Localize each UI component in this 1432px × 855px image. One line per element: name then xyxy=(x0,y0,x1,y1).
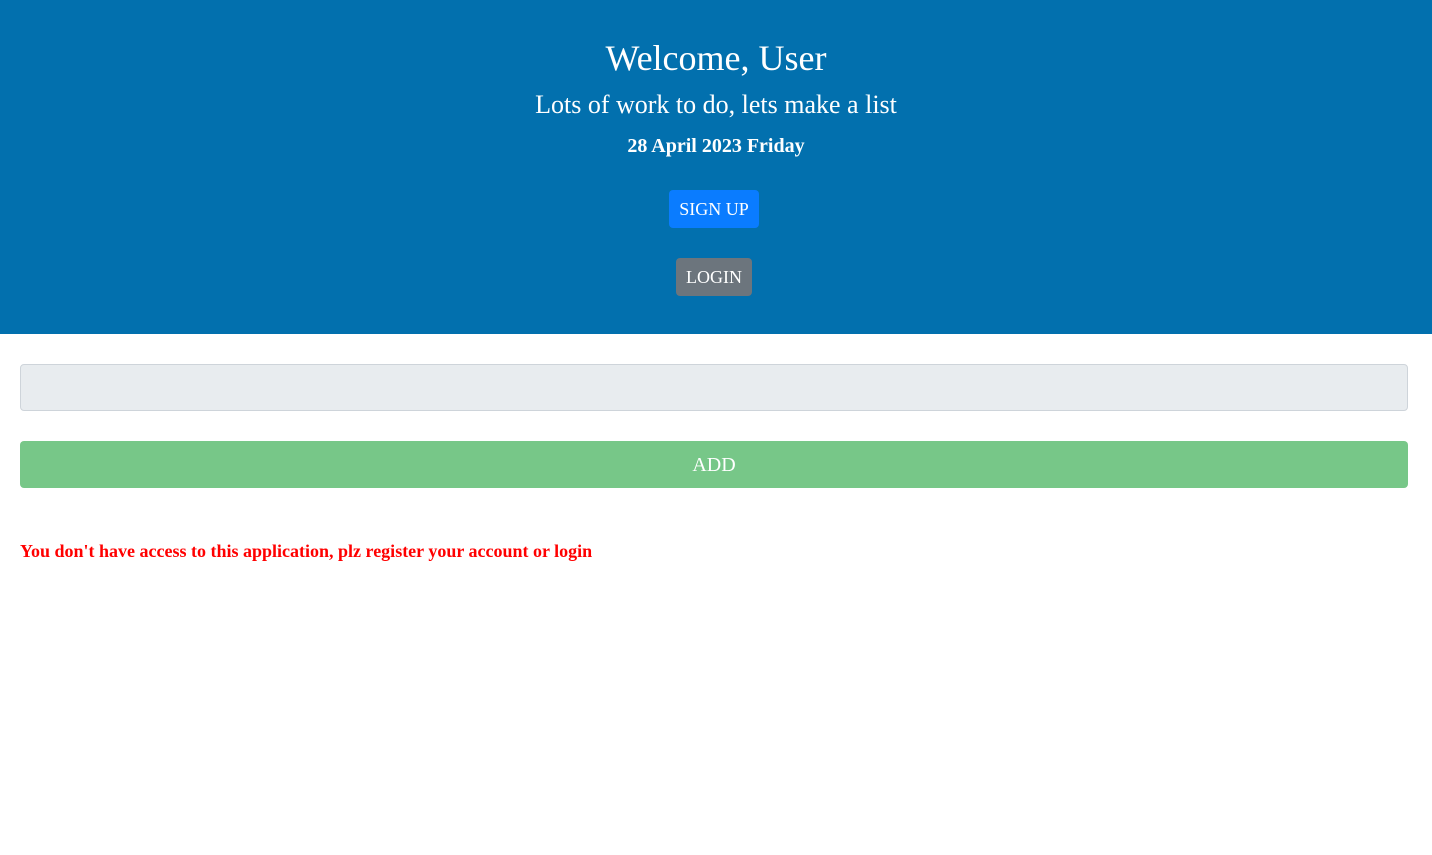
add-button[interactable]: ADD xyxy=(20,441,1408,488)
signup-button[interactable]: SIGN UP xyxy=(669,190,759,228)
header-banner: Welcome, User Lots of work to do, lets m… xyxy=(0,0,1432,334)
login-button[interactable]: LOGIN xyxy=(676,258,752,296)
page-subtitle: Lots of work to do, lets make a list xyxy=(535,90,897,119)
access-error-message: You don't have access to this applicatio… xyxy=(20,541,593,561)
page-title: Welcome, User xyxy=(605,38,827,78)
current-date: 28 April 2023 Friday xyxy=(627,135,805,157)
task-input[interactable] xyxy=(20,364,1408,411)
